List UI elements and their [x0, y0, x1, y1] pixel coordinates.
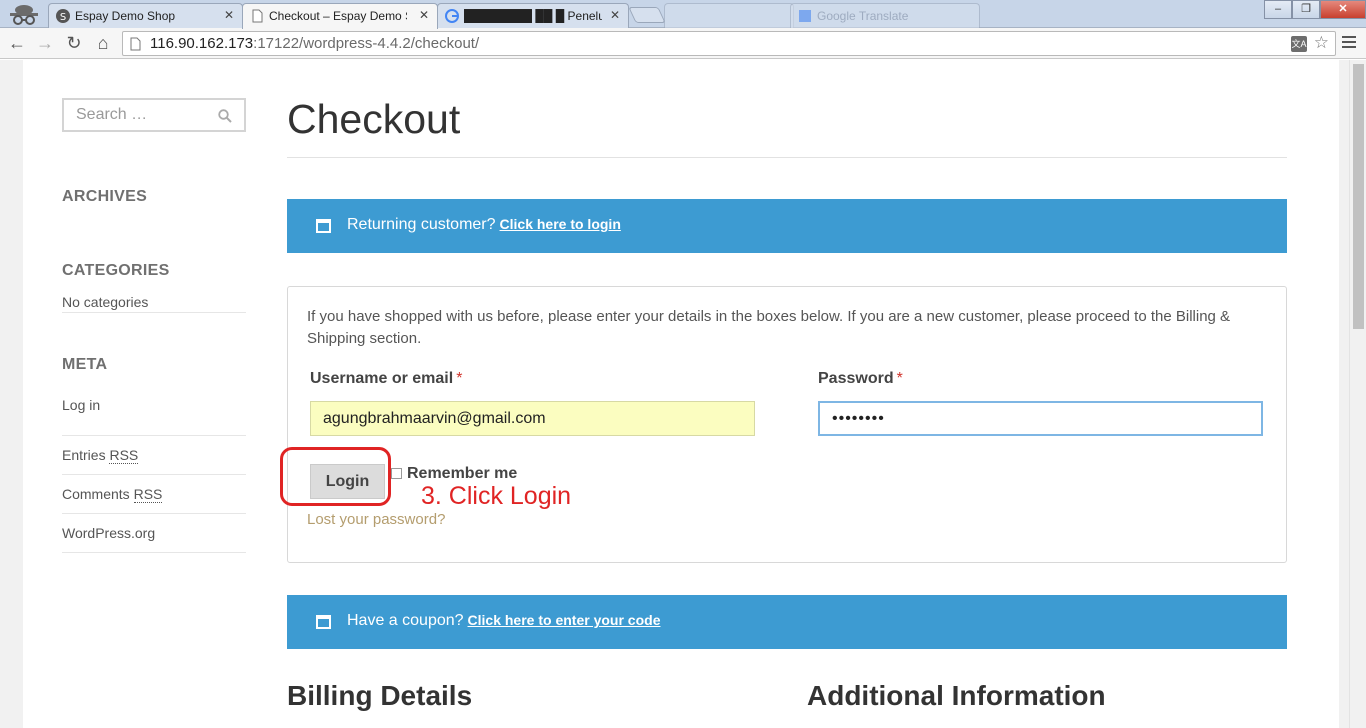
home-icon[interactable]: ⌂: [92, 32, 114, 54]
enter-coupon-link[interactable]: Click here to enter your code: [468, 612, 661, 628]
rss-abbr: RSS: [109, 447, 139, 464]
window-icon: [316, 219, 331, 233]
url-path: :17122/wordpress-4.4.2/checkout/: [253, 35, 480, 52]
username-label-text: Username or email: [310, 370, 454, 387]
search-input[interactable]: [76, 101, 216, 129]
browser-tab-strip: S Espay Demo Shop ✕ Checkout – Espay Dem…: [0, 0, 1366, 29]
tab-close-icon[interactable]: ✕: [224, 8, 234, 22]
page-info-icon: [130, 37, 141, 51]
maximize-button[interactable]: ❐: [1292, 0, 1320, 19]
returning-customer-notice: Returning customer? Click here to login: [287, 199, 1287, 253]
entries-rss-link[interactable]: Entries RSS: [62, 447, 139, 464]
scrollbar-thumb[interactable]: [1353, 64, 1364, 329]
password-label: Password *: [818, 370, 903, 388]
archives-heading: ARCHIVES: [62, 188, 148, 205]
username-input[interactable]: [310, 401, 755, 436]
translate-favicon-icon: [799, 10, 811, 22]
annotation-highlight-circle: [280, 447, 391, 506]
page-favicon-icon: [252, 9, 263, 23]
espay-favicon-icon: S: [56, 9, 70, 23]
close-window-button[interactable]: ✕: [1320, 0, 1366, 19]
sidebar-search: [62, 98, 246, 132]
back-arrow-icon[interactable]: ←: [6, 32, 28, 54]
bookmark-star-icon[interactable]: ☆: [1314, 33, 1329, 53]
entries-link-label: Entries: [62, 447, 106, 463]
title-divider: [287, 157, 1287, 158]
browser-menu-icon[interactable]: [1342, 36, 1356, 50]
lost-password-link[interactable]: Lost your password?: [307, 511, 445, 528]
comments-link-label: Comments: [62, 486, 130, 502]
tab-label: Google Translate: [817, 9, 909, 23]
minimize-button[interactable]: –: [1264, 0, 1292, 19]
list-item: Comments RSS: [62, 475, 246, 514]
list-item: No categories: [62, 294, 246, 313]
window-icon: [316, 615, 331, 629]
search-icon[interactable]: [218, 109, 232, 123]
no-categories-text: No categories: [62, 294, 149, 310]
wordpress-org-link[interactable]: WordPress.org: [62, 525, 155, 541]
page-title: Checkout: [287, 96, 461, 142]
page-scrollbar[interactable]: [1349, 60, 1366, 728]
meta-heading: META: [62, 356, 108, 373]
tab-label: Espay Demo Shop: [75, 9, 176, 23]
incognito-icon: [10, 5, 38, 25]
login-intro-text: If you have shopped with us before, plea…: [307, 308, 1231, 347]
tab-google-translate[interactable]: Google Translate: [790, 3, 980, 28]
notice-label: Returning customer?: [347, 216, 496, 233]
tab-checkout[interactable]: Checkout – Espay Demo S ✕: [242, 3, 438, 29]
username-label: Username or email *: [310, 370, 462, 388]
meta-list: Log in Entries RSS Comments RSS WordPres…: [62, 397, 246, 553]
svg-text:S: S: [60, 12, 66, 23]
rss-abbr: RSS: [133, 486, 163, 503]
remember-me-checkbox[interactable]: Remember me: [391, 465, 517, 483]
additional-information-heading: Additional Information: [807, 680, 1106, 711]
list-item: Log in: [62, 397, 246, 436]
forward-arrow-icon[interactable]: →: [34, 32, 56, 54]
tab-blank[interactable]: [664, 3, 794, 28]
window-controls: – ❐ ✕: [1264, 0, 1366, 20]
password-input[interactable]: [818, 401, 1263, 436]
click-to-login-link[interactable]: Click here to login: [500, 216, 621, 232]
annotation-text: 3. Click Login: [421, 482, 572, 510]
categories-list: No categories: [62, 294, 246, 313]
google-favicon-icon: [445, 9, 459, 23]
address-bar[interactable]: 116.90.162.173:17122/wordpress-4.4.2/che…: [122, 31, 1336, 56]
tab-close-icon[interactable]: ✕: [419, 8, 429, 22]
tab-close-icon[interactable]: ✕: [610, 8, 620, 22]
categories-heading: CATEGORIES: [62, 262, 170, 279]
billing-details-heading: Billing Details: [287, 680, 473, 711]
required-mark: *: [896, 370, 903, 387]
notice-text: Returning customer? Click here to login: [347, 216, 621, 234]
browser-toolbar: ← → ↻ ⌂ 116.90.162.173:17122/wordpress-4…: [0, 28, 1366, 59]
notice-label: Have a coupon?: [347, 612, 464, 629]
reload-icon[interactable]: ↻: [63, 32, 85, 54]
comments-rss-link[interactable]: Comments RSS: [62, 486, 163, 503]
url-host: 116.90.162.173: [150, 35, 254, 52]
log-in-link[interactable]: Log in: [62, 397, 100, 413]
list-item: WordPress.org: [62, 514, 246, 553]
tab-espay-demo-shop[interactable]: S Espay Demo Shop ✕: [48, 3, 243, 28]
coupon-notice: Have a coupon? Click here to enter your c…: [287, 595, 1287, 649]
address-url[interactable]: 116.90.162.173:17122/wordpress-4.4.2/che…: [150, 35, 479, 52]
required-mark: *: [456, 370, 463, 387]
checkbox-box[interactable]: [391, 468, 402, 479]
tab-label: Checkout – Espay Demo S: [269, 9, 407, 23]
new-tab-button[interactable]: [628, 7, 666, 23]
password-label-text: Password: [818, 370, 894, 387]
translate-icon[interactable]: 文A: [1291, 36, 1307, 52]
list-item: Entries RSS: [62, 436, 246, 475]
tab-google-search[interactable]: ████████ ██ █ Penelu ✕: [437, 3, 629, 28]
remember-me-label: Remember me: [407, 465, 518, 482]
tab-label: ████████ ██ █ Penelu: [464, 9, 602, 23]
notice-text: Have a coupon? Click here to enter your c…: [347, 612, 660, 630]
